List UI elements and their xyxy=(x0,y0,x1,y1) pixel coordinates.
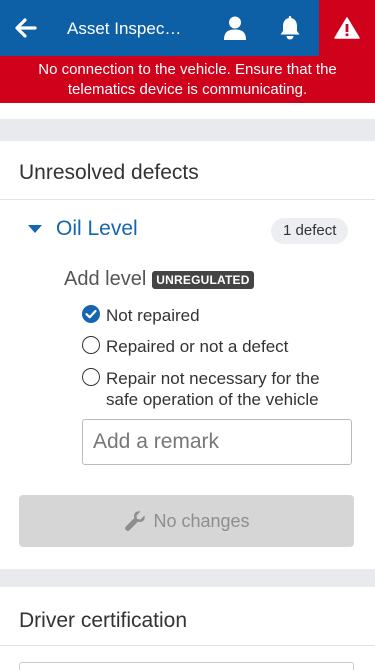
section-title-unresolved-defects: Unresolved defects xyxy=(19,161,199,184)
unresolved-defects-card: Unresolved defects Oil Level 1 defect Ad… xyxy=(0,141,375,569)
remark-input[interactable] xyxy=(82,419,352,465)
defect-name: Oil Level xyxy=(56,217,138,240)
radio-unchecked-icon xyxy=(82,336,100,354)
regulation-badge: UNREGULATED xyxy=(152,270,254,289)
notifications-button[interactable] xyxy=(266,0,314,56)
radio-repaired-or-not-defect[interactable]: Repaired or not a defect xyxy=(82,336,288,357)
defect-level-row: Add level UNREGULATED xyxy=(64,268,254,291)
radio-label: Repair not necessary for the safe operat… xyxy=(106,368,320,410)
certification-field[interactable] xyxy=(19,662,354,670)
banner-text-line-2: telematics device is communicating. xyxy=(67,81,308,98)
divider xyxy=(0,199,375,200)
connection-error-banner: No connection to the vehicle. Ensure tha… xyxy=(0,56,375,103)
radio-unchecked-icon xyxy=(82,368,100,386)
defect-oil-level-toggle[interactable]: Oil Level xyxy=(28,217,138,241)
radio-repair-not-necessary[interactable]: Repair not necessary for the safe operat… xyxy=(82,368,320,410)
button-label: No changes xyxy=(153,510,250,531)
alert-button[interactable] xyxy=(319,0,375,56)
defect-count-badge: 1 defect xyxy=(271,218,349,244)
radio-label: Not repaired xyxy=(106,306,200,325)
radio-checked-icon xyxy=(82,305,100,323)
app-header: Asset Inspec… xyxy=(0,0,375,56)
no-changes-button[interactable]: No changes xyxy=(19,495,354,547)
radio-not-repaired[interactable]: Not repaired xyxy=(82,305,200,326)
divider xyxy=(0,645,375,646)
warning-icon xyxy=(334,17,360,39)
radio-label: Repaired or not a defect xyxy=(106,337,289,356)
section-title-driver-certification: Driver certification xyxy=(19,609,188,632)
user-icon xyxy=(224,16,246,40)
back-button[interactable] xyxy=(0,0,52,56)
wrench-icon xyxy=(125,511,146,531)
bell-icon xyxy=(280,16,300,40)
radio-label-line-1: Repair not necessary for the xyxy=(106,369,320,388)
driver-certification-card: Driver certification xyxy=(0,587,375,670)
back-arrow-icon xyxy=(15,18,37,38)
level-label: Add level xyxy=(64,268,147,290)
caret-down-icon xyxy=(28,225,42,233)
page-title: Asset Inspec… xyxy=(67,19,182,38)
user-button[interactable] xyxy=(212,0,258,56)
previous-card xyxy=(0,103,375,119)
radio-label-line-2: safe operation of the vehicle xyxy=(106,390,319,409)
banner-text-line-1: No connection to the vehicle. Ensure tha… xyxy=(38,61,337,78)
